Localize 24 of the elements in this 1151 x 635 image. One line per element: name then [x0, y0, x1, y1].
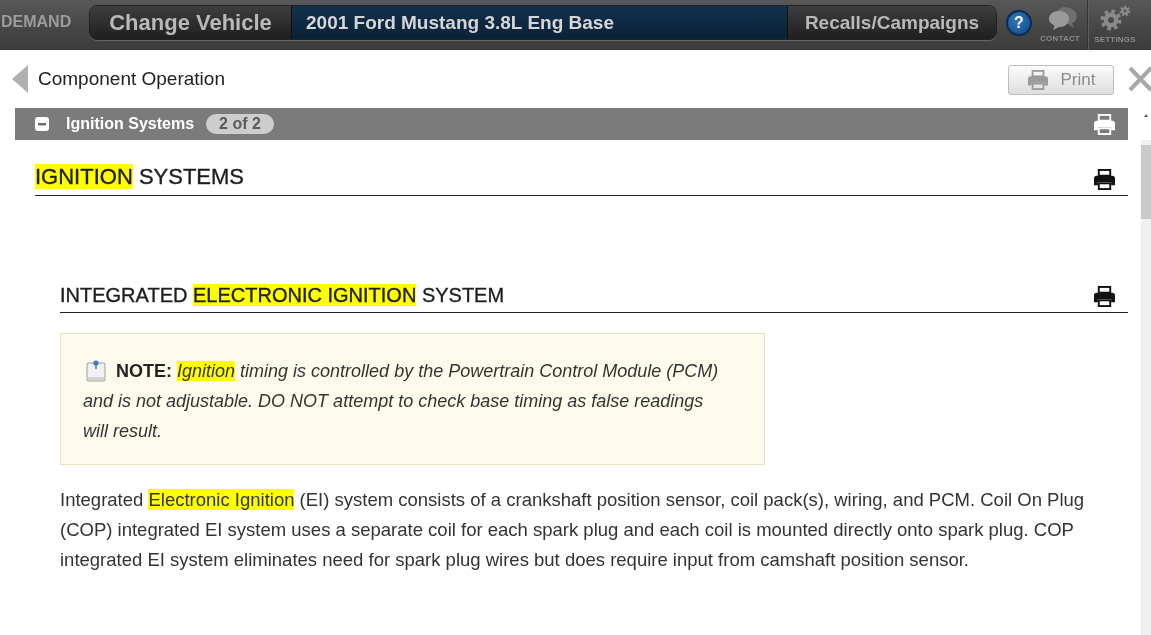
- collapse-icon[interactable]: [35, 117, 49, 131]
- notepad-icon: [86, 360, 106, 382]
- page-count-badge: 2 of 2: [206, 114, 274, 134]
- page-title: Component Operation: [38, 68, 225, 90]
- gears-icon: [1098, 4, 1132, 32]
- printer-icon: [1026, 70, 1049, 90]
- section-title: Ignition Systems: [66, 115, 195, 133]
- subsection-heading: INTEGRATED ELECTRONIC IGNITION SYSTEM: [60, 283, 505, 308]
- recalls-button[interactable]: Recalls/Campaigns: [787, 6, 996, 39]
- print-button[interactable]: Print: [1008, 65, 1114, 95]
- logo-text: DEMAND: [1, 13, 73, 31]
- contact-button[interactable]: CONTACT: [1037, 0, 1083, 43]
- change-vehicle-button[interactable]: Change Vehicle: [90, 6, 292, 39]
- settings-button[interactable]: SETTINGS: [1089, 0, 1141, 44]
- note-text: NOTE: Ignition timing is controlled by the Powertrain Control Module (PCM) and is not adjustable. DO NOT attempt to check base timing as false readings will result.: [83, 360, 720, 443]
- back-arrow-icon[interactable]: [12, 65, 28, 93]
- body-text: Integrated Electronic Ignition (EI) system consists of a crankshaft position sensor, coil pack(s), wiring, and PCM. Coil On Plug (COP) integrated EI system uses a separate coil for each spark plug and each coil is mounted directly onto spark plug. COP integrated EI system eliminates need for spark plug wires but does require input from camshaft position sensor.: [60, 488, 1086, 572]
- vehicle-title: 2001 Ford Mustang 3.8L Eng Base: [292, 6, 787, 39]
- printer-icon[interactable]: [1093, 169, 1116, 190]
- close-icon[interactable]: [1128, 66, 1151, 92]
- help-button[interactable]: ?: [1006, 10, 1032, 36]
- section-heading: IGNITION SYSTEMS: [35, 163, 245, 191]
- chat-bubbles-icon: [1048, 6, 1078, 30]
- printer-icon[interactable]: [1093, 286, 1116, 307]
